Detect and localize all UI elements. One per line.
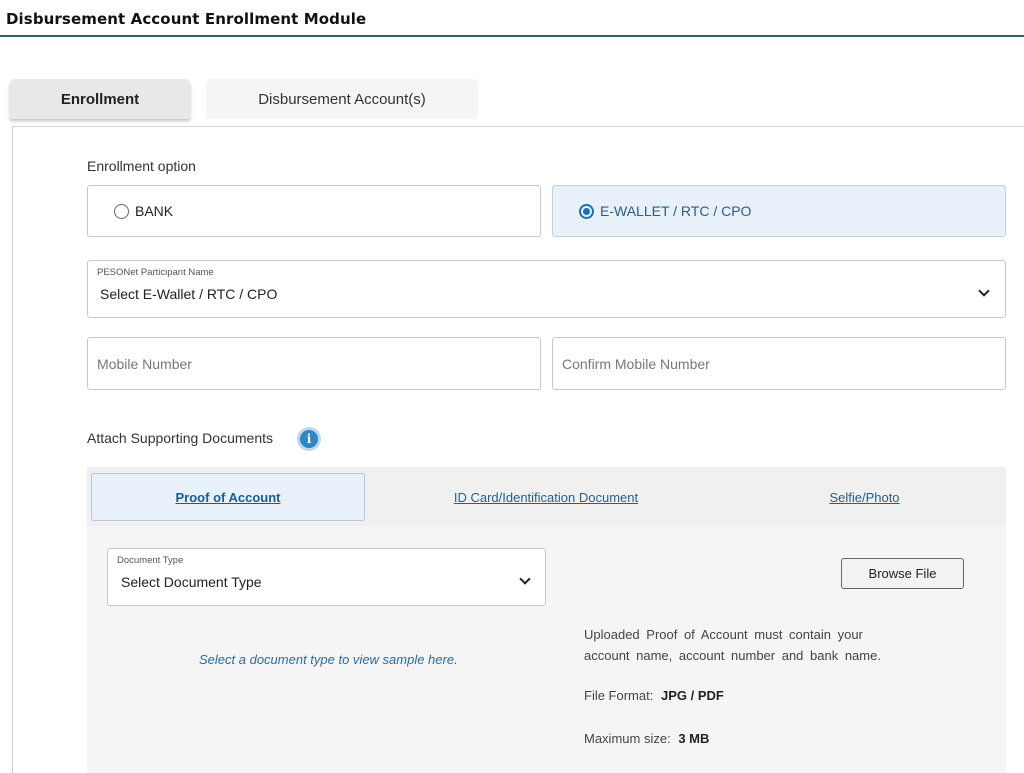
participant-name-value: Select E-Wallet / RTC / CPO xyxy=(100,286,278,302)
attach-documents-label: Attach Supporting Documents xyxy=(87,430,273,446)
browse-file-button[interactable]: Browse File xyxy=(841,558,964,589)
radio-unchecked-icon xyxy=(114,203,129,219)
sample-hint-text: Select a document type to view sample he… xyxy=(199,652,458,667)
max-size-label: Maximum size: xyxy=(584,731,671,746)
chevron-down-icon xyxy=(519,573,531,585)
max-size-value: 3 MB xyxy=(678,731,710,746)
tab-selfie-photo[interactable]: Selfie/Photo xyxy=(727,473,1002,521)
document-type-select[interactable]: Document Type Select Document Type xyxy=(107,548,546,606)
participant-name-float-label: PESONet Participant Name xyxy=(97,267,214,278)
requirements-line-2: account name, account number and bank na… xyxy=(584,648,881,663)
file-format-label: File Format: xyxy=(584,688,654,703)
radio-option-bank[interactable]: BANK xyxy=(87,185,541,237)
radio-option-ewallet-label: E-WALLET / RTC / CPO xyxy=(600,203,752,219)
tab-id-card[interactable]: ID Card/Identification Document xyxy=(380,473,712,521)
radio-checked-icon xyxy=(579,203,594,219)
confirm-mobile-number-input[interactable] xyxy=(552,337,1006,390)
tab-enrollment[interactable]: Enrollment xyxy=(10,79,190,119)
max-size-row: Maximum size: 3 MB xyxy=(584,731,709,746)
document-type-float-label: Document Type xyxy=(117,555,184,566)
radio-option-bank-label: BANK xyxy=(135,203,174,219)
participant-name-select[interactable]: PESONet Participant Name Select E-Wallet… xyxy=(87,260,1006,318)
enrollment-option-label: Enrollment option xyxy=(87,158,196,174)
tab-proof-of-account[interactable]: Proof of Account xyxy=(91,473,365,521)
file-format-row: File Format: JPG / PDF xyxy=(584,688,724,703)
page-title: Disbursement Account Enrollment Module xyxy=(6,10,367,28)
requirements-text: Uploaded Proof of Account must contain y… xyxy=(584,624,927,666)
document-type-value: Select Document Type xyxy=(121,574,262,590)
radio-option-ewallet[interactable]: E-WALLET / RTC / CPO xyxy=(552,185,1006,237)
mobile-number-input[interactable] xyxy=(87,337,541,390)
chevron-down-icon xyxy=(978,285,990,297)
tab-disbursement-accounts[interactable]: Disbursement Account(s) xyxy=(206,79,478,119)
file-format-value: JPG / PDF xyxy=(660,688,724,703)
page-header: Disbursement Account Enrollment Module xyxy=(0,0,1024,37)
info-icon[interactable]: i xyxy=(297,427,321,451)
requirements-line-1: Uploaded Proof of Account must contain y… xyxy=(584,627,863,642)
